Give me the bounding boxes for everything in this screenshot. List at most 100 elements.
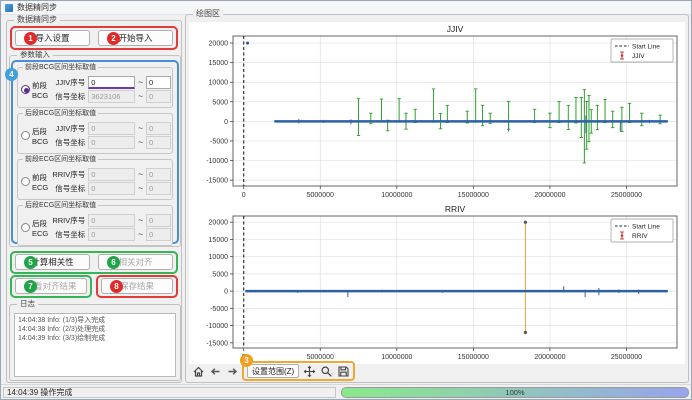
svg-text:Start Line: Start Line bbox=[632, 44, 660, 51]
svg-text:15000: 15000 bbox=[209, 60, 229, 67]
svg-text:10000000: 10000000 bbox=[381, 192, 412, 199]
svg-text:-5000: -5000 bbox=[210, 306, 228, 313]
save-icon[interactable] bbox=[336, 364, 350, 378]
plot-group-title: 绘图区 bbox=[193, 9, 223, 19]
radio-rear-ecg[interactable]: 后段ECG bbox=[21, 218, 48, 238]
sync-groupbox: 数据精同步 1 导入设置 2 开始导入 参数输入 4 前段BCG区间坐标取值 bbox=[6, 20, 182, 383]
radio-dot bbox=[21, 223, 30, 232]
svg-text:10000000: 10000000 bbox=[381, 354, 412, 361]
radio-dot bbox=[21, 131, 30, 140]
titlebar: 数据精同步 bbox=[1, 1, 691, 15]
svg-text:15000000: 15000000 bbox=[458, 354, 489, 361]
svg-text:5000000: 5000000 bbox=[307, 354, 334, 361]
svg-text:20000000: 20000000 bbox=[534, 192, 565, 199]
view-align-result-button[interactable]: 7 查看对齐结果 bbox=[15, 278, 87, 294]
front-bcg-signal-start-field: 3623106 bbox=[88, 90, 135, 103]
rear-bcg-jjiv-start-field: 0 bbox=[88, 122, 135, 135]
svg-text:-10000: -10000 bbox=[206, 323, 228, 330]
svg-text:5000000: 5000000 bbox=[307, 192, 334, 199]
save-annotation-box: 8 保存结果 bbox=[96, 275, 178, 298]
svg-text:15000: 15000 bbox=[209, 237, 229, 244]
back-icon[interactable] bbox=[208, 364, 222, 378]
rear-ecg-signal-end-field: 0 bbox=[146, 228, 171, 241]
svg-text:Start Line: Start Line bbox=[632, 224, 660, 231]
log-line: 14:04:38 Info: (1/3)导入完成 bbox=[18, 316, 172, 325]
svg-text:RRIV: RRIV bbox=[445, 204, 466, 214]
front-bcg-jjiv-end-field[interactable]: 0 bbox=[146, 76, 171, 89]
svg-text:0: 0 bbox=[224, 119, 228, 126]
set-range-button[interactable]: 设置范围(Z) bbox=[247, 364, 299, 378]
pan-icon[interactable] bbox=[302, 364, 316, 378]
radio-rear-bcg[interactable]: 后段BCG bbox=[21, 126, 48, 146]
badge-8: 8 bbox=[110, 280, 123, 293]
home-icon[interactable] bbox=[191, 364, 205, 378]
compute-correlation-button[interactable]: 5 计算相关性 bbox=[15, 254, 90, 270]
rear-bcg-jjiv-end-field: 0 bbox=[146, 122, 171, 135]
forward-icon[interactable] bbox=[225, 364, 239, 378]
rear-ecg-rriv-end-field: 0 bbox=[146, 214, 171, 227]
front-bcg-signal-end-field: 0 bbox=[146, 90, 171, 103]
app-window: 数据精同步 数据精同步 1 导入设置 2 开始导入 参数输入 4 前段BCG区间… bbox=[0, 0, 692, 400]
svg-text:20000: 20000 bbox=[209, 41, 229, 48]
svg-text:20000: 20000 bbox=[209, 220, 229, 227]
badge-6: 6 bbox=[107, 256, 120, 269]
svg-text:5000: 5000 bbox=[212, 271, 228, 278]
svg-text:25000000: 25000000 bbox=[611, 354, 642, 361]
badge-4: 4 bbox=[5, 68, 18, 81]
radio-front-ecg[interactable]: 前段ECG bbox=[21, 172, 48, 192]
import-settings-button[interactable]: 1 导入设置 bbox=[15, 30, 90, 46]
window-title: 数据精同步 bbox=[17, 2, 57, 13]
chart-rriv[interactable]: 0 5000000 10000000 15000000 20000000 25000000… bbox=[189, 202, 685, 364]
svg-text:15000000: 15000000 bbox=[458, 192, 489, 199]
rear-ecg-signal-start-field: 0 bbox=[88, 228, 135, 241]
compute-annotation-box: 5 计算相关性 6 相关对齐 bbox=[10, 251, 178, 274]
rear-ecg-rriv-start-field: 0 bbox=[88, 214, 135, 227]
svg-text:-15000: -15000 bbox=[206, 178, 228, 185]
view-result-annotation-box: 7 查看对齐结果 bbox=[10, 275, 92, 298]
log-line: 14:04:38 Info: (2/3)处理完成 bbox=[18, 325, 172, 334]
front-ecg-rriv-end-field: 0 bbox=[146, 168, 171, 181]
front-ecg-rriv-start-field: 0 bbox=[88, 168, 135, 181]
svg-text:10000: 10000 bbox=[209, 254, 229, 261]
svg-text:0: 0 bbox=[224, 289, 228, 296]
svg-text:JJIV: JJIV bbox=[632, 53, 645, 60]
figure-canvas[interactable]: 0 5000000 10000000 15000000 20000000 25000000… bbox=[189, 22, 685, 364]
app-icon bbox=[5, 4, 13, 12]
chart-jjiv[interactable]: 0500000010000000150000002000000025000000… bbox=[189, 22, 685, 202]
progress-bar: 100% bbox=[341, 387, 689, 398]
log-group-title: 日志 bbox=[17, 299, 38, 309]
sync-group-title: 数据精同步 bbox=[14, 15, 60, 25]
radio-dot bbox=[21, 177, 30, 186]
svg-text:-5000: -5000 bbox=[210, 138, 228, 145]
svg-text:-10000: -10000 bbox=[206, 158, 228, 165]
plot-groupbox: 绘图区 050000001000000015000000200000002500… bbox=[185, 14, 689, 383]
param-group-front-bcg: 前段BCG区间坐标取值 前段BCG JJIV序号 0 ~ 0 bbox=[17, 67, 173, 108]
svg-text:-15000: -15000 bbox=[206, 340, 228, 347]
log-textarea[interactable]: 14:04:38 Info: (1/3)导入完成 14:04:38 Info: … bbox=[14, 313, 176, 377]
range-annotation-box: 3 设置范围(Z) bbox=[242, 361, 355, 381]
status-message: 14:04:39 操作完成 bbox=[3, 387, 336, 398]
zoom-icon[interactable] bbox=[319, 364, 333, 378]
statusbar: 14:04:39 操作完成 100% bbox=[1, 384, 691, 399]
save-result-button[interactable]: 8 保存结果 bbox=[101, 278, 173, 294]
badge-7: 7 bbox=[24, 280, 37, 293]
progress-label: 100% bbox=[505, 388, 524, 397]
front-ecg-signal-start-field: 0 bbox=[88, 182, 135, 195]
radio-dot bbox=[21, 85, 30, 94]
log-groupbox: 日志 14:04:38 Info: (1/3)导入完成 14:04:38 Inf… bbox=[9, 304, 181, 381]
radio-front-bcg[interactable]: 前段BCG bbox=[21, 80, 48, 100]
svg-text:RRIV: RRIV bbox=[632, 233, 648, 240]
badge-1: 1 bbox=[24, 32, 37, 45]
param-group-front-ecg: 前段ECG区间坐标取值 前段ECG RRIV序号 0 ~ 0 bbox=[17, 159, 173, 200]
rear-bcg-signal-start-field: 0 bbox=[88, 136, 135, 149]
params-groupbox: 参数输入 4 前段BCG区间坐标取值 前段BCG JJIV序号 bbox=[9, 55, 181, 247]
params-group-title: 参数输入 bbox=[17, 50, 53, 60]
svg-text:0: 0 bbox=[242, 192, 246, 199]
svg-text:20000000: 20000000 bbox=[534, 354, 565, 361]
front-bcg-jjiv-start-field[interactable]: 0 bbox=[88, 76, 135, 89]
badge-2: 2 bbox=[107, 32, 120, 45]
log-line: 14:04:39 Info: (3/3)绘制完成 bbox=[18, 334, 172, 343]
params-annotation-box: 4 前段BCG区间坐标取值 前段BCG JJIV序号 0 bbox=[11, 60, 179, 244]
start-import-button[interactable]: 2 开始导入 bbox=[98, 30, 173, 46]
correlation-align-button[interactable]: 6 相关对齐 bbox=[98, 254, 173, 270]
